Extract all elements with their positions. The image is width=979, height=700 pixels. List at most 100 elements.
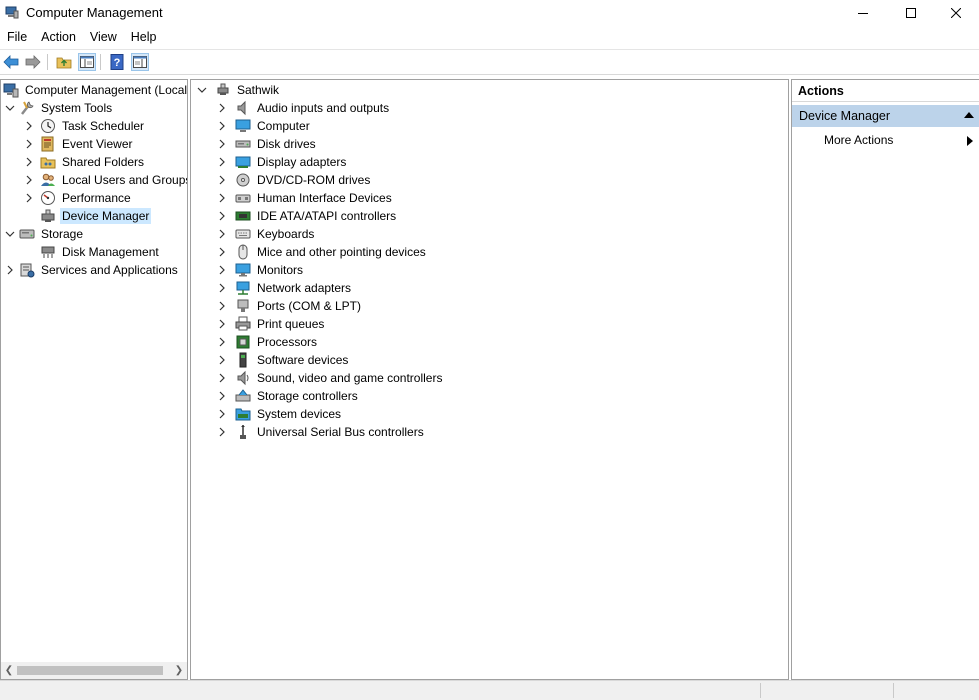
chevron-right-icon[interactable]: [5, 265, 15, 275]
device-tree-pane: Sathwik Audio inputs and outputs Computer…: [190, 79, 789, 680]
chevron-right-icon[interactable]: [217, 139, 227, 149]
chevron-right-icon[interactable]: [217, 121, 227, 131]
close-button[interactable]: [933, 0, 979, 26]
tree-root-computer-management[interactable]: Computer Management (Local: [3, 81, 188, 99]
menu-view[interactable]: View: [83, 27, 124, 47]
tree-item-label: Device Manager: [60, 208, 152, 224]
chevron-right-icon[interactable]: [217, 391, 227, 401]
scroll-right-icon[interactable]: ❯: [171, 662, 187, 679]
performance-icon: [40, 190, 56, 206]
chevron-down-icon[interactable]: [197, 85, 207, 95]
device-category-disk-drives[interactable]: Disk drives: [217, 135, 318, 153]
window-title: Computer Management: [26, 5, 163, 20]
chevron-right-icon[interactable]: [217, 301, 227, 311]
help-button[interactable]: ?: [108, 53, 126, 71]
device-category-dvd-cd-rom-drives[interactable]: DVD/CD-ROM drives: [217, 171, 372, 189]
tree-item-local-users-and-groups[interactable]: Local Users and Groups: [24, 171, 187, 189]
chevron-right-icon[interactable]: [217, 427, 227, 437]
computer-management-icon: [5, 5, 19, 19]
tree-item-performance[interactable]: Performance: [24, 189, 133, 207]
left-horizontal-scrollbar[interactable]: ❮ ❯: [1, 662, 187, 679]
chevron-right-icon[interactable]: [217, 355, 227, 365]
computer-management-icon: [3, 82, 19, 98]
forward-button[interactable]: [24, 53, 42, 71]
tree-item-storage[interactable]: Storage: [5, 225, 85, 243]
device-category-ports-com-lpt[interactable]: Ports (COM & LPT): [217, 297, 363, 315]
chevron-right-icon[interactable]: [217, 373, 227, 383]
chevron-right-icon[interactable]: [217, 337, 227, 347]
chevron-right-icon[interactable]: [217, 211, 227, 221]
chevron-down-icon[interactable]: [5, 229, 15, 239]
device-tree-root[interactable]: Sathwik: [197, 81, 281, 99]
device-category-monitors[interactable]: Monitors: [217, 261, 305, 279]
tree-item-services-and-applications[interactable]: Services and Applications: [5, 261, 180, 279]
chevron-down-icon[interactable]: [5, 103, 15, 113]
device-category-storage-controllers[interactable]: Storage controllers: [217, 387, 360, 405]
chevron-right-icon[interactable]: [217, 247, 227, 257]
menu-help[interactable]: Help: [124, 27, 164, 47]
more-actions-item[interactable]: More Actions: [792, 130, 979, 150]
chevron-right-icon[interactable]: [217, 319, 227, 329]
scrollbar-thumb[interactable]: [17, 666, 163, 675]
actions-section-device-manager[interactable]: Device Manager: [792, 105, 979, 127]
tree-item-system-tools[interactable]: System Tools: [5, 99, 114, 117]
chevron-right-icon[interactable]: [24, 193, 34, 203]
back-button[interactable]: [2, 53, 20, 71]
device-category-software-devices[interactable]: Software devices: [217, 351, 350, 369]
tree-root-label: Computer Management (Local: [25, 83, 188, 97]
chevron-right-icon[interactable]: [24, 121, 34, 131]
network-adapter-icon: [235, 280, 251, 296]
chevron-right-icon[interactable]: [217, 103, 227, 113]
device-category-display-adapters[interactable]: Display adapters: [217, 153, 348, 171]
menu-file[interactable]: File: [0, 27, 34, 47]
up-one-level-button[interactable]: [55, 53, 73, 71]
tree-item-disk-management[interactable]: Disk Management: [24, 243, 161, 261]
chevron-right-icon[interactable]: [217, 265, 227, 275]
monitor-icon: [235, 262, 251, 278]
device-category-human-interface-devices[interactable]: Human Interface Devices: [217, 189, 394, 207]
maximize-button[interactable]: [888, 0, 934, 26]
device-category-print-queues[interactable]: Print queues: [217, 315, 326, 333]
tree-item-event-viewer[interactable]: Event Viewer: [24, 135, 134, 153]
device-category-label: Computer: [257, 119, 310, 133]
tree-item-device-manager[interactable]: Device Manager: [24, 207, 152, 225]
scroll-left-icon[interactable]: ❮: [1, 662, 17, 679]
chevron-right-icon[interactable]: [217, 193, 227, 203]
device-category-mice-and-other-pointing-devices[interactable]: Mice and other pointing devices: [217, 243, 428, 261]
tree-item-task-scheduler[interactable]: Task Scheduler: [24, 117, 146, 135]
device-category-processors[interactable]: Processors: [217, 333, 319, 351]
shared-folder-icon: [40, 154, 56, 170]
device-category-label: Sound, video and game controllers: [257, 371, 443, 385]
chevron-right-icon[interactable]: [24, 175, 34, 185]
chevron-right-icon[interactable]: [217, 409, 227, 419]
chevron-right-icon[interactable]: [24, 139, 34, 149]
chevron-right-icon[interactable]: [24, 157, 34, 167]
software-device-icon: [235, 352, 251, 368]
chevron-right-icon[interactable]: [217, 175, 227, 185]
device-category-ide-ata-atapi-controllers[interactable]: IDE ATA/ATAPI controllers: [217, 207, 398, 225]
up-folder-icon: [56, 57, 72, 69]
minimize-button[interactable]: [840, 0, 886, 26]
device-category-label: Network adapters: [257, 281, 352, 295]
show-hide-action-pane-icon: [133, 56, 147, 68]
device-category-label: Ports (COM & LPT): [257, 299, 362, 313]
close-icon: [951, 8, 961, 18]
device-category-system-devices[interactable]: System devices: [217, 405, 343, 423]
device-category-network-adapters[interactable]: Network adapters: [217, 279, 353, 297]
tree-item-shared-folders[interactable]: Shared Folders: [24, 153, 146, 171]
back-arrow-icon: [3, 55, 19, 69]
device-category-universal-serial-bus-controllers[interactable]: Universal Serial Bus controllers: [217, 423, 426, 441]
show-hide-action-pane-button[interactable]: [131, 53, 149, 71]
chevron-right-icon[interactable]: [217, 229, 227, 239]
menu-action[interactable]: Action: [34, 27, 83, 47]
collapse-up-icon[interactable]: [964, 112, 974, 118]
device-category-keyboards[interactable]: Keyboards: [217, 225, 316, 243]
chevron-right-icon[interactable]: [217, 157, 227, 167]
device-category-audio-inputs-and-outputs[interactable]: Audio inputs and outputs: [217, 99, 391, 117]
device-tree-root-label: Sathwik: [237, 83, 280, 97]
device-category-sound-video-and-game-controllers[interactable]: Sound, video and game controllers: [217, 369, 444, 387]
show-hide-tree-button[interactable]: [78, 53, 96, 71]
dvd-drive-icon: [235, 172, 251, 188]
chevron-right-icon[interactable]: [217, 283, 227, 293]
device-category-computer[interactable]: Computer: [217, 117, 312, 135]
